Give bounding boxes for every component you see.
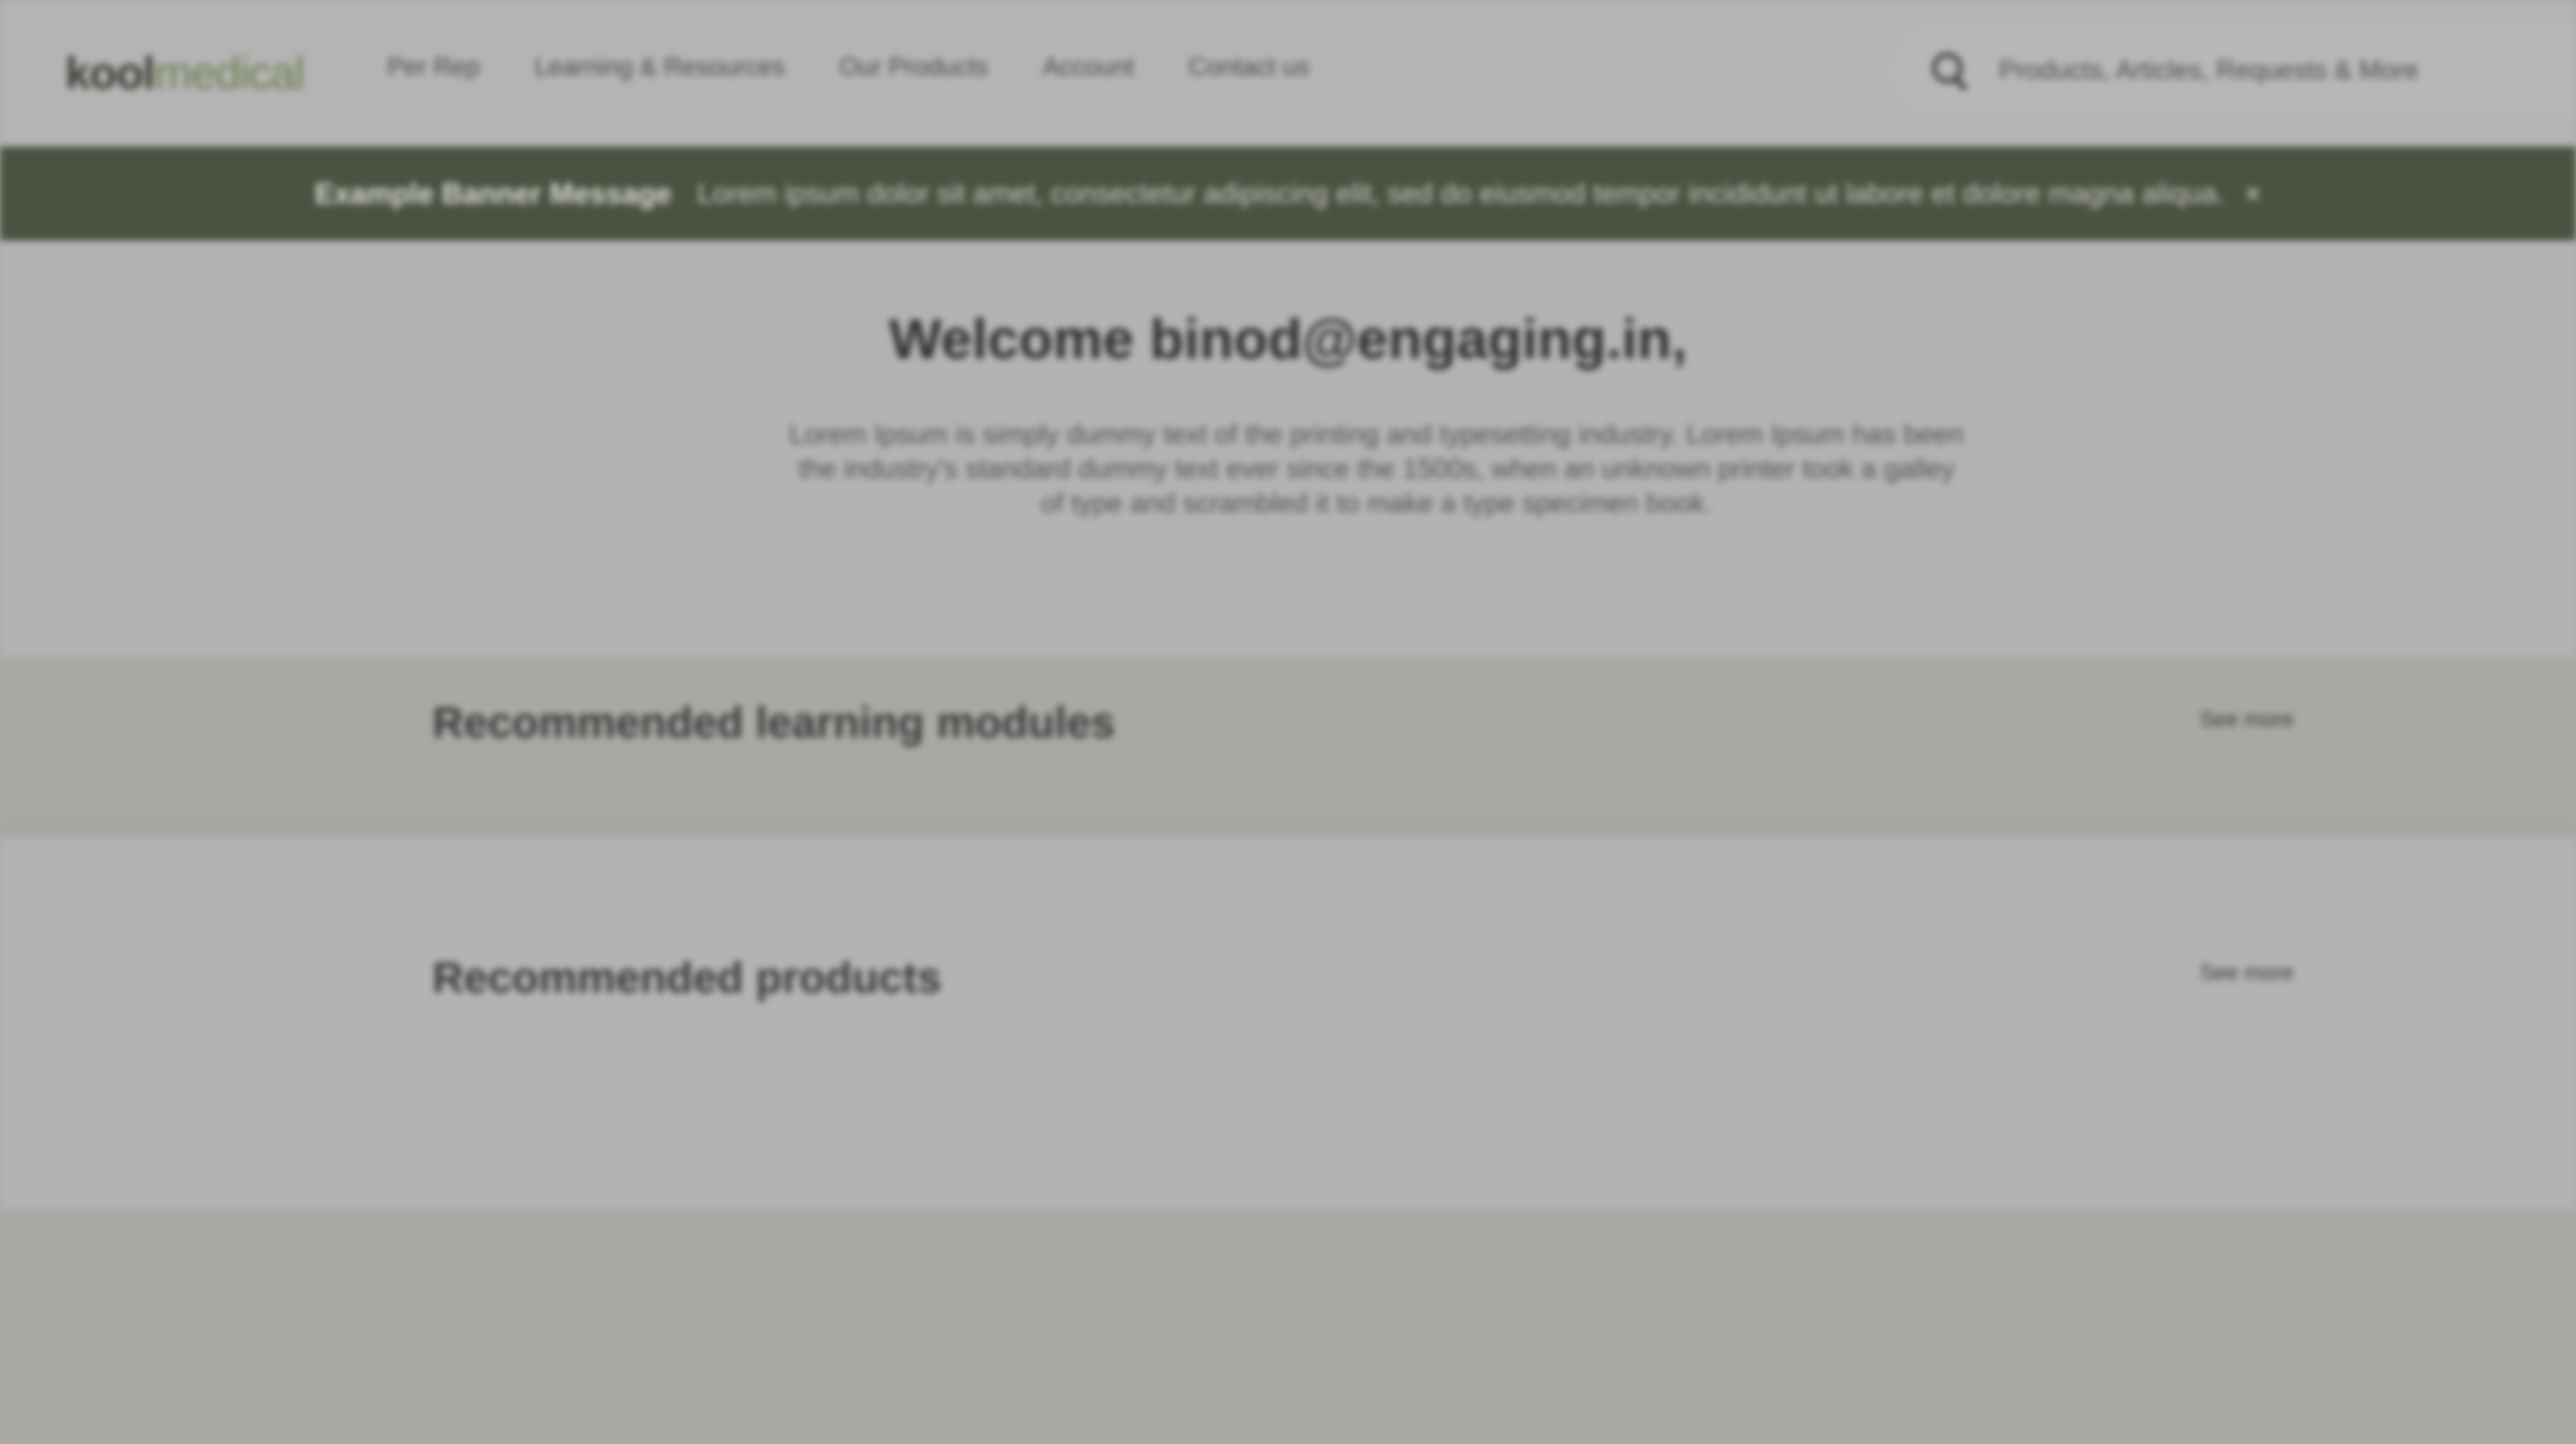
- see-more-link-learning[interactable]: See more: [2200, 708, 2294, 733]
- announcement-banner: Example Banner Message Lorem ipsum dolor…: [0, 147, 2576, 241]
- welcome-section: Welcome binod@engaging.in, Lorem Ipsum i…: [0, 241, 2576, 657]
- search-input[interactable]: [1997, 43, 2562, 99]
- page: koolmedical Per Rep Learning & Resources…: [0, 0, 2576, 1444]
- logo-text-secondary: medical: [154, 48, 305, 99]
- nav-item-learning-resources[interactable]: Learning & Resources: [535, 52, 785, 81]
- banner-text: Lorem ipsum dolor sit amet, consectetur …: [696, 177, 2225, 209]
- welcome-text: Lorem Ipsum is simply dummy text of the …: [789, 420, 1965, 518]
- recommended-products-section: Recommended products See more: [0, 838, 2576, 1209]
- nav-item-contact-us[interactable]: Contact us: [1189, 52, 1310, 81]
- section-title-learning-modules: Recommended learning modules: [432, 699, 1115, 747]
- search-icon[interactable]: [1930, 51, 1970, 91]
- nav-item-account[interactable]: Account: [1043, 52, 1134, 81]
- see-more-link-products[interactable]: See more: [2200, 961, 2294, 986]
- logo[interactable]: koolmedical: [65, 47, 305, 100]
- nav-item-our-products[interactable]: Our Products: [839, 52, 989, 81]
- welcome-title: Welcome binod@engaging.in,: [888, 309, 1688, 371]
- recommended-learning-section: Recommended learning modules See more: [0, 657, 2576, 838]
- nav-item-per-rep[interactable]: Per Rep: [387, 52, 480, 81]
- main-nav: Per Rep Learning & Resources Our Product…: [387, 52, 1364, 81]
- banner-title: Example Banner Message: [314, 176, 672, 210]
- section-title-products: Recommended products: [432, 955, 942, 1002]
- site-header: koolmedical Per Rep Learning & Resources…: [0, 0, 2576, 147]
- logo-text-primary: kool: [65, 48, 156, 99]
- search-bar[interactable]: [1890, 25, 2576, 116]
- close-icon[interactable]: ×: [2244, 177, 2261, 211]
